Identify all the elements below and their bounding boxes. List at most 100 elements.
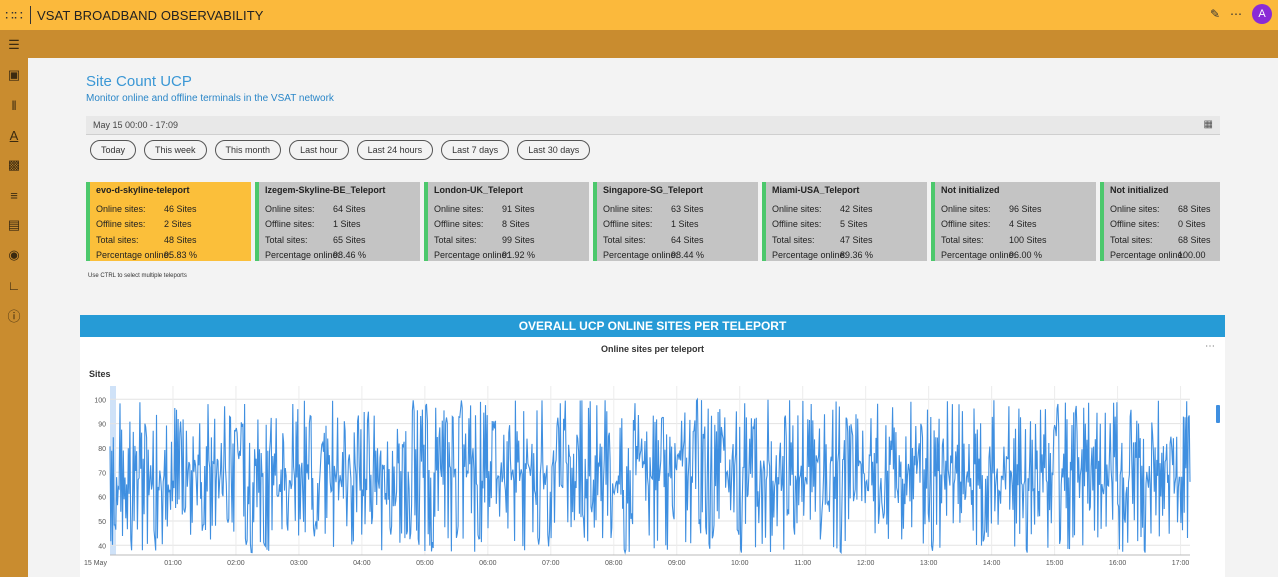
chart-menu-icon[interactable]: ⋯ (1205, 341, 1215, 352)
teleport-card[interactable]: Izegem-Skyline-BE_Teleport Online sites: 6… (255, 182, 420, 261)
teleport-card-row-online: Online sites: 46 Sites (96, 201, 245, 217)
teleport-card-row-online: Online sites: 96 Sites (941, 201, 1090, 217)
teleport-card-row-pct: Percentage online: 98.44 % (603, 248, 752, 262)
teleport-card-value: 47 Sites (840, 234, 873, 245)
preset-button-last-7-days[interactable]: Last 7 days (441, 140, 510, 160)
teleport-card-label: Total sites: (603, 234, 646, 245)
teleport-card-value: 91.92 % (502, 250, 536, 261)
teleport-card-label: Percentage online: (603, 250, 679, 261)
teleport-card-title: Not initialized (941, 185, 1000, 195)
teleport-card-row-pct: Percentage online: 98.46 % (265, 248, 414, 262)
y-tick-label: 100 (94, 397, 106, 404)
teleport-card-label: Total sites: (772, 234, 815, 245)
preset-button-last-30-days[interactable]: Last 30 days (517, 140, 591, 160)
teleport-card[interactable]: evo-d-skyline-teleport Online sites: 46 Si… (86, 182, 251, 261)
teleport-card-label: Total sites: (941, 234, 984, 245)
x-tick-label: 05:00 (416, 560, 434, 567)
dashboard-icon[interactable]: ▣ (0, 60, 28, 90)
teleport-card-row-pct: Percentage online: 91.92 % (434, 248, 583, 262)
chart-title: Online sites per teleport (600, 344, 705, 354)
y-tick-label: 50 (98, 519, 106, 526)
pencil-icon[interactable]: ✎ (1210, 7, 1220, 21)
series-line (109, 397, 1191, 555)
x-tick-label: 16:00 (1109, 560, 1127, 567)
avatar[interactable]: A (1252, 4, 1272, 24)
teleport-card-value: 5 Sites (840, 219, 868, 230)
page-title: Site Count UCP (86, 73, 192, 90)
teleport-card-title: Singapore-SG_Teleport (603, 185, 703, 195)
teleport-card-value: 42 Sites (840, 203, 873, 214)
chart-panel: 40 50 60 70 80 90 100 15 May 01:00 02:00 03:00 04:0… (80, 337, 1225, 577)
teleport-card-label: Online sites: (772, 203, 822, 214)
teleport-card[interactable]: Singapore-SG_Teleport Online sites: 63 Sit… (593, 182, 758, 261)
teleport-card-value: 100.00 (1178, 250, 1206, 261)
columns-icon[interactable]: ‖ (0, 90, 28, 120)
teleport-card-title: London-UK_Teleport (434, 185, 523, 195)
preset-button-last-24-hours[interactable]: Last 24 hours (356, 140, 434, 160)
chart-icon[interactable]: ∟ (0, 270, 28, 300)
preset-button-this-month[interactable]: This month (214, 140, 282, 160)
preset-button-this-week[interactable]: This week (144, 140, 207, 160)
teleport-card[interactable]: Not initialized Online sites: 96 Sites Offl… (931, 182, 1096, 261)
teleport-card[interactable]: London-UK_Teleport Online sites: 91 Sites O… (424, 182, 589, 261)
y-axis-title: Sites (89, 369, 111, 379)
x-tick-label: 15 May (84, 560, 107, 567)
teleport-card-value: 46 Sites (164, 203, 197, 214)
menu-icon[interactable]: ☰ (0, 30, 28, 60)
teleport-card-row-offline: Offline sites: 8 Sites (434, 217, 583, 233)
teleport-card-row-online: Online sites: 91 Sites (434, 201, 583, 217)
teleport-card[interactable]: Miami-USA_Teleport Online sites: 42 Sites O… (762, 182, 927, 261)
teleport-card-label: Offline sites: (1110, 219, 1160, 230)
teleport-card-row-pct: Percentage online: 89.36 % (772, 248, 921, 262)
teleport-card-row-offline: Offline sites: 4 Sites (941, 217, 1090, 233)
preset-button-group: Today This week This month Last hour Last 24… (90, 140, 591, 160)
teleport-card-row-offline: Offline sites: 1 Sites (265, 217, 414, 233)
list-icon[interactable]: ≡ (0, 180, 28, 210)
date-range-input[interactable]: May 15 00:00 - 17:09 ▦ (86, 116, 1220, 135)
ellipsis-icon[interactable]: ⋯ (1230, 7, 1242, 21)
teleport-card-value: 99 Sites (502, 234, 535, 245)
info-icon[interactable]: ⓘ (0, 300, 28, 330)
teleport-card-value: 2 Sites (164, 219, 192, 230)
globe-icon[interactable]: ◉ (0, 240, 28, 270)
teleport-card-title: Miami-USA_Teleport (772, 185, 860, 195)
teleport-card-value: 95.83 % (164, 250, 198, 261)
x-tick-label: 08:00 (605, 560, 623, 567)
teleport-card-value: 68 Sites (1178, 234, 1211, 245)
teleport-card-label: Offline sites: (434, 219, 484, 230)
teleport-card-label: Total sites: (265, 234, 308, 245)
teleport-card[interactable]: Not initialized Online sites: 68 Sites Offl… (1100, 182, 1220, 261)
preset-button-last-hour[interactable]: Last hour (289, 140, 349, 160)
teleport-card-value: 0 Sites (1178, 219, 1206, 230)
teleport-card-value: 65 Sites (333, 234, 366, 245)
teleport-card-value: 98.46 % (333, 250, 367, 261)
teleport-card-value: 98.44 % (671, 250, 705, 261)
teleport-card-row-online: Online sites: 68 Sites (1110, 201, 1220, 217)
x-tick-label: 12:00 (857, 560, 875, 567)
teleport-card-value: 1 Sites (333, 219, 361, 230)
x-tick-label: 06:00 (479, 560, 497, 567)
y-tick-label: 90 (98, 422, 106, 429)
online-sites-chart[interactable]: 40 50 60 70 80 90 100 15 May 01:00 02:00 03:00 04:0… (80, 337, 1225, 577)
teleport-card-label: Offline sites: (603, 219, 653, 230)
teleport-card-value: 48 Sites (164, 234, 197, 245)
teleport-card-value: 1 Sites (671, 219, 699, 230)
date-range-value: May 15 00:00 - 17:09 (93, 120, 179, 130)
chart-scroll-handle[interactable] (1216, 405, 1220, 423)
teleport-cards: evo-d-skyline-teleport Online sites: 46 Si… (86, 182, 1220, 261)
analytics-icon[interactable]: ▩ (0, 150, 28, 180)
grid-icon[interactable]: ∷∷ (0, 0, 28, 30)
x-tick-label: 11:00 (794, 560, 811, 567)
teleport-card-value: 96.00 % (1009, 250, 1043, 261)
text-icon[interactable]: A (0, 120, 28, 150)
top-bar: ∷∷ VSAT BROADBAND OBSERVABILITY ✎ ⋯ A (0, 0, 1278, 30)
teleport-card-row-total: Total sites: 48 Sites (96, 232, 245, 248)
teleport-card-label: Online sites: (941, 203, 991, 214)
y-tick-label: 70 (98, 470, 106, 477)
report-icon[interactable]: ▤ (0, 210, 28, 240)
teleport-card-value: 100 Sites (1009, 234, 1047, 245)
teleport-card-row-pct: Percentage online: 100.00 (1110, 248, 1220, 262)
teleport-card-row-offline: Offline sites: 2 Sites (96, 217, 245, 233)
preset-button-today[interactable]: Today (90, 140, 137, 160)
calendar-icon[interactable]: ▦ (1204, 119, 1213, 130)
